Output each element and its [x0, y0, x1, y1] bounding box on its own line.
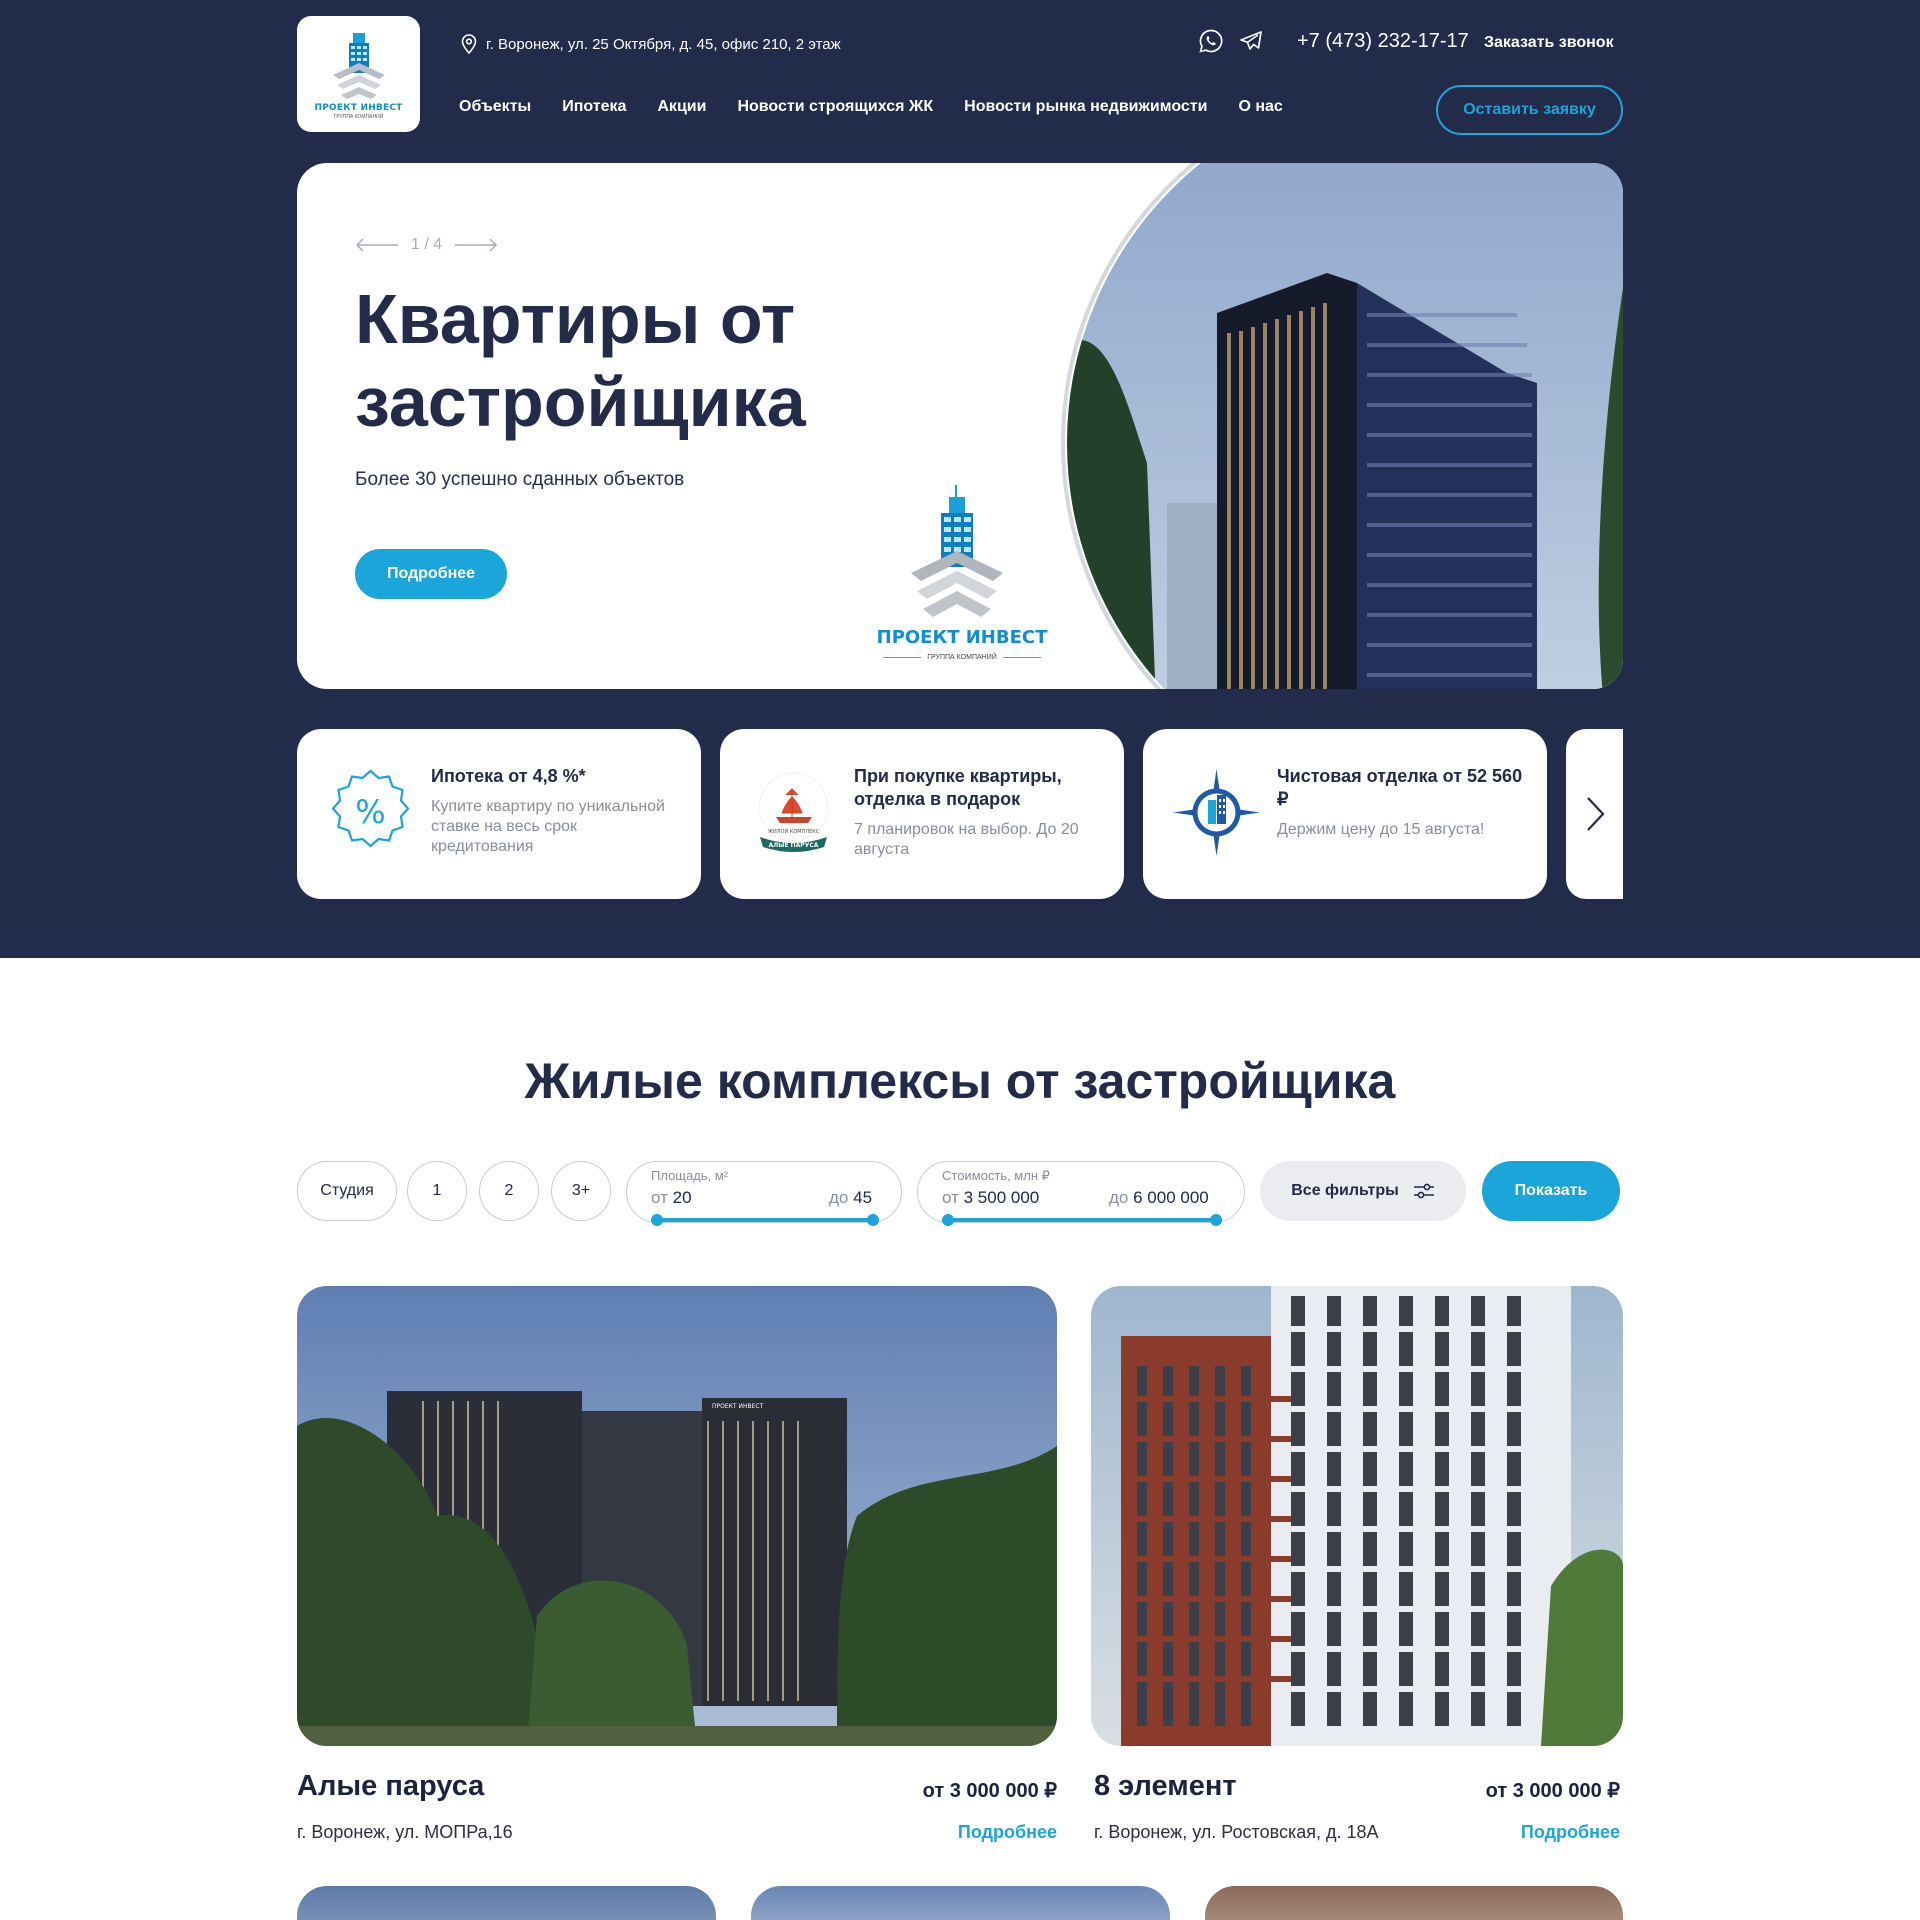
- arrow-right-icon[interactable]: [454, 238, 498, 252]
- price-slider-track[interactable]: [942, 1214, 1222, 1226]
- area-from[interactable]: от 20: [651, 1188, 692, 1208]
- arrow-left-icon[interactable]: [355, 238, 399, 252]
- price-label: Стоимость, млн ₽: [942, 1168, 1050, 1183]
- object-image-peek[interactable]: [751, 1886, 1170, 1920]
- promo-text: Купите квартиру по уникальной ставке на …: [431, 798, 665, 855]
- main-nav: Объекты Ипотека Акции Новости строящихся…: [459, 98, 1283, 116]
- percent-icon: %: [331, 769, 410, 848]
- promo-text: 7 планировок на выбор. До 20 августа: [854, 821, 1079, 858]
- filter-room-1[interactable]: 1: [407, 1161, 467, 1221]
- hero-title: Квартиры от застройщика: [355, 280, 806, 441]
- office-address: г. Воронеж, ул. 25 Октября, д. 45, офис …: [460, 34, 841, 54]
- object-price: от 3 000 000 ₽: [922, 1780, 1057, 1802]
- alye-parusa-logo: ЖИЛОЙ КОМПЛЕКС АЛЫЕ ПАРУСА: [759, 772, 828, 852]
- object-price: от 3 000 000 ₽: [1485, 1780, 1620, 1802]
- promo-next-button[interactable]: [1566, 729, 1623, 899]
- slide-counter: 1 / 4: [411, 236, 443, 253]
- filter-room-3plus[interactable]: 3+: [551, 1161, 611, 1221]
- all-filters-label: Все фильтры: [1291, 1182, 1399, 1199]
- hero-more-button[interactable]: Подробнее: [355, 549, 507, 599]
- social-links: [1198, 28, 1264, 54]
- section-title: Жилые комплексы от застройщика: [524, 1053, 1396, 1109]
- address-text: г. Воронеж, ул. 25 Октября, д. 45, офис …: [486, 35, 841, 53]
- area-range-filter[interactable]: Площадь, м² от 20 до 45: [626, 1161, 902, 1226]
- price-slider-max-handle[interactable]: [1210, 1214, 1222, 1226]
- object-more-link[interactable]: Подробнее: [1460, 1822, 1620, 1843]
- price-slider-min-handle[interactable]: [942, 1214, 954, 1226]
- logo-building-icon: [911, 485, 1003, 617]
- nav-item-about[interactable]: О нас: [1238, 98, 1282, 116]
- svg-text:%: %: [355, 793, 385, 831]
- svg-text:ПРОЕКТ ИНВЕСТ: ПРОЕКТ ИНВЕСТ: [712, 1403, 764, 1410]
- map-pin-icon: [461, 34, 477, 54]
- filter-room-studio[interactable]: Студия: [297, 1161, 397, 1221]
- phone-number[interactable]: +7 (473) 232-17-17: [1297, 30, 1469, 53]
- leave-request-button[interactable]: Оставить заявку: [1436, 85, 1623, 135]
- object-more-link[interactable]: Подробнее: [897, 1822, 1057, 1843]
- promo-card-finishing-gift[interactable]: ЖИЛОЙ КОМПЛЕКС АЛЫЕ ПАРУСА При покупке к…: [720, 729, 1124, 899]
- nav-item-construction-news[interactable]: Новости строящихся ЖК: [737, 98, 933, 116]
- area-to[interactable]: до 45: [829, 1188, 872, 1208]
- hero-company-logo: ПРОЕКТ ИНВЕСТ ГРУППА КОМПАНИЙ: [872, 483, 1052, 683]
- sliders-icon: [1413, 1183, 1434, 1199]
- all-filters-button[interactable]: Все фильтры: [1260, 1161, 1466, 1221]
- object-name[interactable]: Алые паруса: [297, 1770, 484, 1803]
- object-image-8-element[interactable]: [1091, 1286, 1623, 1746]
- nav-item-mortgage[interactable]: Ипотека: [562, 98, 626, 116]
- callback-link[interactable]: Заказать звонок: [1484, 34, 1614, 52]
- price-to[interactable]: до 6 000 000: [1109, 1188, 1209, 1208]
- hero-logo-text: ПРОЕКТ ИНВЕСТ: [876, 627, 1048, 648]
- telegram-icon[interactable]: [1238, 28, 1264, 54]
- nav-item-objects[interactable]: Объекты: [459, 98, 531, 116]
- whatsapp-icon[interactable]: [1198, 28, 1224, 54]
- show-results-button[interactable]: Показать: [1482, 1161, 1620, 1221]
- promo-text: Держим цену до 15 августа!: [1277, 821, 1485, 838]
- slider-controls: 1 / 4: [355, 236, 498, 254]
- price-from[interactable]: от 3 500 000: [942, 1188, 1039, 1208]
- object-image-peek[interactable]: [297, 1886, 716, 1920]
- promo-card-clean-finishing[interactable]: Чистовая отделка от 52 560 ₽ Держим цену…: [1143, 729, 1547, 899]
- svg-text:ЖИЛОЙ КОМПЛЕКС: ЖИЛОЙ КОМПЛЕКС: [768, 828, 820, 835]
- filter-room-2[interactable]: 2: [479, 1161, 539, 1221]
- area-slider-min-handle[interactable]: [651, 1214, 663, 1226]
- promo-title: При покупке квартиры, отделка в подарок: [854, 766, 1062, 809]
- logo-building-icon: [332, 32, 385, 99]
- price-range-filter[interactable]: Стоимость, млн ₽ от 3 500 000 до 6 000 0…: [917, 1161, 1245, 1226]
- hero-building-image: [1067, 163, 1623, 689]
- object-address: г. Воронеж, ул. Ростовская, д. 18А: [1094, 1822, 1379, 1842]
- logo-text: ПРОЕКТ ИНВЕСТ: [314, 102, 403, 113]
- promo-title: Ипотека от 4,8 %*: [431, 766, 586, 786]
- promo-card-mortgage[interactable]: % Ипотека от 4,8 %* Купите квартиру по у…: [297, 729, 701, 899]
- svg-text:АЛЫЕ ПАРУСА: АЛЫЕ ПАРУСА: [769, 842, 819, 849]
- site-logo[interactable]: ПРОЕКТ ИНВЕСТ ГРУППА КОМПАНИЙ: [297, 16, 420, 132]
- nav-item-market-news[interactable]: Новости рынка недвижимости: [964, 98, 1207, 116]
- logo-subtitle: ГРУППА КОМПАНИЙ: [333, 113, 384, 120]
- object-name[interactable]: 8 элемент: [1094, 1770, 1237, 1803]
- nav-item-promotions[interactable]: Акции: [657, 98, 706, 116]
- hero-subtitle: Более 30 успешно сданных объектов: [355, 469, 685, 490]
- object-address: г. Воронеж, ул. МОПРа,16: [297, 1822, 513, 1842]
- object-image-alye-parusa[interactable]: ПРОЕКТ ИНВЕСТ: [297, 1286, 1057, 1746]
- promo-title: Чистовая отделка от 52 560 ₽: [1277, 766, 1523, 809]
- area-slider-track[interactable]: [651, 1214, 879, 1226]
- hero-logo-subtitle: ГРУППА КОМПАНИЙ: [883, 654, 1041, 661]
- hero-banner: 1 / 4 Квартиры от застройщика Более 30 у…: [297, 163, 1623, 689]
- object-image-peek[interactable]: [1205, 1886, 1623, 1920]
- filter-bar: Студия 1 2 3+ Площадь, м² от 20 до 45 Ст…: [297, 1161, 1623, 1226]
- area-label: Площадь, м²: [651, 1168, 729, 1183]
- area-slider-max-handle[interactable]: [867, 1214, 879, 1226]
- compass-building-logo: [1173, 769, 1260, 856]
- chevron-right-icon: [1586, 797, 1605, 831]
